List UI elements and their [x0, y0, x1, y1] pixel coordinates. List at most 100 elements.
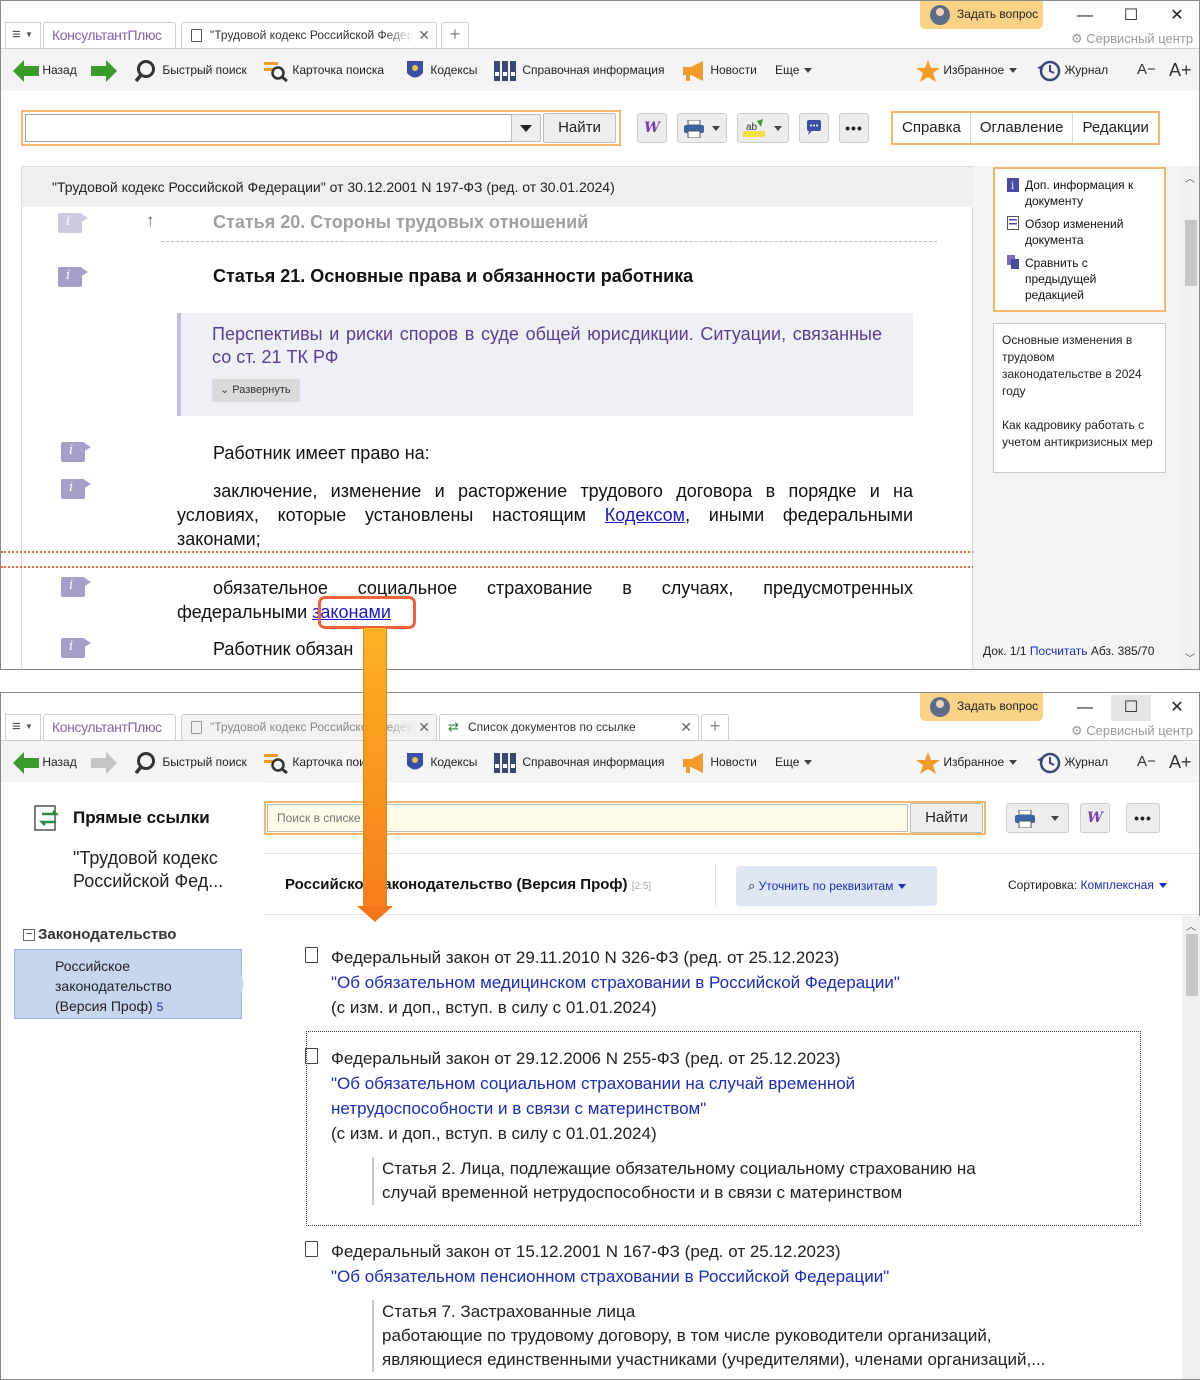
arrow-up-icon[interactable]: ↑: [146, 211, 155, 231]
find-button[interactable]: Найти: [543, 113, 616, 143]
main-menu-button[interactable]: ≡ ▼: [5, 22, 41, 48]
forward-button[interactable]: [91, 751, 117, 774]
results-scrollbar[interactable]: ︿: [1182, 916, 1200, 1379]
scroll-thumb[interactable]: [1185, 220, 1197, 286]
maximize-button[interactable]: ☐: [1111, 695, 1151, 721]
minimize-button[interactable]: —: [1065, 695, 1105, 721]
journal-button[interactable]: Журнал: [1037, 751, 1108, 774]
favorites-button[interactable]: Избранное: [916, 59, 1018, 82]
search-card-button[interactable]: Карточка поиска: [263, 59, 384, 82]
tab-document[interactable]: "Трудовой кодекс Российской Федер ✕: [181, 22, 437, 49]
news-button[interactable]: Новости: [681, 751, 757, 773]
more-actions-icon[interactable]: •••: [839, 113, 869, 143]
scroll-down-icon[interactable]: ﹀: [1185, 650, 1195, 665]
new-tab-button[interactable]: +: [701, 714, 729, 740]
info-marker-icon[interactable]: i: [61, 479, 91, 499]
close-tab-icon[interactable]: ✕: [680, 715, 692, 740]
brand-tab[interactable]: КонсультантПлюс: [43, 22, 176, 48]
info-marker-icon[interactable]: i: [58, 213, 88, 233]
reference-button[interactable]: Справочная информация: [493, 59, 664, 81]
close-tab-icon[interactable]: ✕: [418, 23, 430, 48]
new-tab-button[interactable]: +: [441, 22, 469, 48]
minimize-button[interactable]: —: [1065, 3, 1105, 29]
article-20-heading[interactable]: Статья 20. Стороны трудовых отношений: [213, 212, 588, 233]
service-center-link[interactable]: ⚙ Сервисный центр: [1071, 31, 1193, 47]
tree-header-legislation[interactable]: Законодательство: [38, 926, 176, 943]
news-button[interactable]: Новости: [681, 59, 757, 81]
more-menu[interactable]: Еще: [775, 59, 813, 81]
news-item[interactable]: Как кадровику работать с учетом антикриз…: [1002, 417, 1157, 451]
list-find-button[interactable]: Найти: [910, 803, 983, 833]
close-window-button[interactable]: ✕: [1157, 3, 1197, 29]
journal-button[interactable]: Журнал: [1037, 59, 1108, 82]
quick-search-button[interactable]: Быстрый поиск: [133, 751, 247, 774]
document-scrollbar[interactable]: ︿ ﹀: [1181, 166, 1199, 669]
refine-by-details-button[interactable]: ⌕ Уточнить по реквизитам: [736, 866, 937, 906]
collapse-toggle-icon[interactable]: −: [23, 929, 35, 941]
count-link[interactable]: Посчитать: [1030, 644, 1088, 658]
comment-button[interactable]: [799, 113, 829, 143]
back-button[interactable]: Назад: [13, 751, 77, 774]
doc-info-link[interactable]: Доп. информация к документу: [1025, 177, 1160, 209]
list-item[interactable]: Федеральный закон от 15.12.2001 N 167-ФЗ…: [305, 1239, 1131, 1289]
result-link[interactable]: "Об обязательном социальном страховании …: [331, 1071, 1131, 1096]
quick-search-button[interactable]: Быстрый поиск: [133, 59, 247, 82]
info-marker-icon[interactable]: i: [61, 442, 91, 462]
title-bar: ≡ ▼ КонсультантПлюс "Трудовой кодекс Рос…: [1, 1, 1199, 49]
tab-links-list[interactable]: ⇄ Список документов по ссылке ✕: [439, 714, 699, 741]
result-link[interactable]: "Об обязательном медицинском страховании…: [331, 970, 1131, 995]
maximize-button[interactable]: ☐: [1111, 3, 1151, 29]
font-decrease-button[interactable]: A−: [1137, 751, 1156, 773]
info-marker-icon[interactable]: i: [58, 267, 88, 287]
font-increase-button[interactable]: A+: [1169, 59, 1192, 81]
tab-contents[interactable]: Оглавление: [971, 113, 1074, 143]
print-button[interactable]: [1006, 803, 1069, 833]
sort-control[interactable]: Сортировка: Комплексная: [1008, 878, 1167, 892]
font-increase-button[interactable]: A+: [1169, 751, 1192, 773]
word-export-icon[interactable]: W: [1080, 803, 1110, 833]
print-button[interactable]: [677, 113, 727, 143]
info-marker-icon[interactable]: i: [61, 577, 91, 597]
close-tab-icon[interactable]: ✕: [418, 715, 430, 740]
scroll-up-icon[interactable]: ︿: [1185, 170, 1195, 185]
result-quote[interactable]: Статья 7. Застрахованные лица работающие…: [372, 1300, 1132, 1372]
expand-button[interactable]: ⌄ Развернуть: [212, 379, 300, 402]
changes-review-link[interactable]: Обзор изменений документа: [1025, 216, 1160, 248]
main-menu-button[interactable]: ≡ ▼: [5, 714, 41, 740]
result-link[interactable]: "Об обязательном пенсионном страховании …: [331, 1264, 1131, 1289]
more-actions-icon[interactable]: •••: [1126, 803, 1160, 833]
reference-button[interactable]: Справочная информация: [493, 751, 664, 773]
highlight-button[interactable]: ab: [737, 113, 789, 143]
search-dropdown-button[interactable]: [511, 114, 541, 142]
brand-tab[interactable]: КонсультантПлюс: [43, 714, 176, 740]
service-center-link[interactable]: ⚙ Сервисный центр: [1071, 723, 1193, 739]
scroll-thumb[interactable]: [1186, 934, 1198, 996]
back-button[interactable]: Назад: [13, 59, 77, 82]
list-item[interactable]: Федеральный закон от 29.12.2006 N 255-ФЗ…: [305, 1046, 1131, 1146]
close-window-button[interactable]: ✕: [1157, 695, 1197, 721]
result-quote[interactable]: Статья 2. Лица, подлежащие обязательному…: [372, 1157, 1072, 1205]
favorites-button[interactable]: Избранное: [916, 751, 1018, 774]
code-link[interactable]: Кодексом: [605, 505, 685, 525]
commentary-text[interactable]: Перспективы и риски споров в суде общей …: [212, 323, 882, 369]
word-export-icon[interactable]: W: [637, 113, 667, 143]
codes-button[interactable]: Кодексы: [403, 751, 477, 773]
forward-button[interactable]: [91, 59, 117, 82]
tab-editions[interactable]: Редакции: [1073, 113, 1157, 143]
tab-help[interactable]: Справка: [893, 113, 971, 143]
ask-question-button[interactable]: Задать вопрос: [920, 1, 1043, 29]
ask-question-button[interactable]: Задать вопрос: [920, 693, 1043, 721]
font-decrease-button[interactable]: A−: [1137, 59, 1156, 81]
document-icon: [305, 1241, 318, 1257]
search-input[interactable]: [25, 114, 512, 142]
source-document-title[interactable]: "Трудовой кодекс Российской Фед...: [73, 847, 253, 893]
tree-item-russian-legislation[interactable]: Российское законодательство (Версия Проф…: [14, 949, 242, 1019]
tab-document[interactable]: "Трудовой кодекс Российской Федер ✕: [181, 714, 437, 741]
more-menu[interactable]: Еще: [775, 751, 813, 773]
news-item[interactable]: Основные изменения в трудовом законодате…: [1002, 332, 1157, 400]
list-item[interactable]: Федеральный закон от 29.11.2010 N 326-ФЗ…: [305, 945, 1131, 1020]
codes-button[interactable]: Кодексы: [403, 59, 477, 81]
scroll-up-icon[interactable]: ︿: [1186, 918, 1196, 933]
compare-editions-link[interactable]: Сравнить с предыдущей редакцией: [1025, 255, 1155, 303]
info-marker-icon[interactable]: i: [61, 638, 91, 658]
